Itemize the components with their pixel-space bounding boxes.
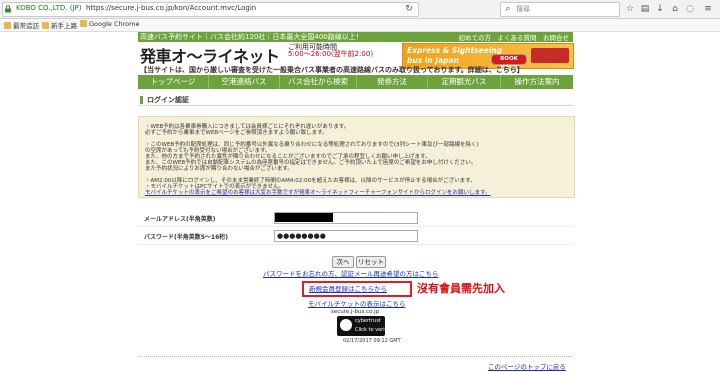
notice-line: 必ずご予約から乗車までWEBページをご参照頂きますよう願い致します。	[145, 130, 328, 136]
search-placeholder: 搜尋	[516, 5, 530, 13]
email-row: メールアドレス(半角英数)	[138, 210, 573, 227]
password-row: パスワード(半角英数5〜16桁) ●●●●●●●●	[138, 228, 573, 245]
folder-icon	[80, 20, 87, 27]
back-to-top-link[interactable]: このページのトップに戻る	[488, 361, 566, 371]
heading-marker	[140, 96, 143, 104]
notice-line: また予約状況によりお席が隣り合わない場合がございます。	[145, 166, 293, 172]
search-icon: ⌕	[505, 4, 511, 14]
folder-icon	[42, 22, 49, 29]
lock-icon	[5, 5, 11, 13]
help-links[interactable]: 初めての方 よくある質問 お問合せ	[459, 32, 570, 42]
site-identity: KOBO CO.,LTD. (JP)	[16, 4, 82, 12]
seal-icon	[340, 319, 352, 331]
menu-icon[interactable]: ≡	[703, 4, 713, 14]
bookmark-item[interactable]: 新手上路	[42, 20, 77, 30]
register-link[interactable]: 新規会員登録はこちらから	[309, 283, 387, 293]
share-icon[interactable]: ◌	[685, 4, 695, 14]
redaction	[275, 213, 333, 222]
page-title: ログイン認証	[147, 96, 189, 104]
email-label: メールアドレス(半角英数)	[144, 216, 216, 223]
main-nav: トップページ 空港連絡バス バス会社から検索 発券方法 定期観光バス 操作方法案…	[138, 75, 573, 89]
divider	[138, 356, 573, 357]
site-description: 高速バス予約サイト｜バス会社約120社｜日本最大全国400路線以上！	[140, 33, 363, 41]
service-hours: 5:00〜26:00(翌午前2:00)	[288, 50, 374, 58]
reload-icon[interactable]: ↻	[404, 4, 414, 14]
nav-ticketing[interactable]: 発券方法	[357, 75, 428, 89]
browser-toolbar: KOBO CO.,LTD. (JP) https://secure.j-bus.…	[0, 0, 720, 19]
seal-sub: Click to verify	[355, 327, 390, 333]
url-text[interactable]: https://secure.j-bus.co.jp/kon/Account.m…	[86, 4, 256, 12]
home-icon[interactable]: ⌂	[670, 4, 680, 14]
bus-icon	[531, 48, 569, 63]
seal-brand: cybertrust	[355, 318, 381, 324]
nav-search-by-company[interactable]: バス会社から検索	[280, 75, 357, 89]
forgot-password-link[interactable]: パスワードをお忘れの方、認証メール再送希望の方はこちら	[263, 268, 439, 278]
banner-line1: Express & Sightseeing	[407, 46, 502, 55]
seal-date: 02/17/2017 09:12 GMT	[343, 338, 401, 344]
mobile-ticket-link[interactable]: モバイルチケットの表示はこちら	[308, 298, 406, 308]
bookmark-item[interactable]: 最常造訪	[4, 20, 39, 30]
notice-link[interactable]: モバイルチケットの表示をご希望のお客様は大変お手数ですが発車オ〜ライネットフィー…	[145, 188, 490, 196]
nav-airport-bus[interactable]: 空港連絡バス	[209, 75, 280, 89]
reading-list-icon[interactable]: ▤	[640, 4, 650, 14]
nav-top-page[interactable]: トップページ	[138, 75, 209, 89]
download-icon[interactable]: ↓	[655, 4, 665, 14]
seal-domain: secure.j-bus.co.jp	[331, 309, 380, 315]
bookmark-item[interactable]: Google Chrome	[80, 20, 139, 28]
password-label: パスワード(半角英数5〜16桁)	[144, 234, 229, 241]
reset-button[interactable]: リセット	[356, 256, 386, 268]
site-top-bar: 高速バス予約サイト｜バス会社約120社｜日本最大全国400路線以上！ 初めての方…	[138, 32, 573, 42]
login-heading: ログイン認証	[138, 95, 573, 106]
nav-guide[interactable]: 操作方法案内	[501, 75, 573, 89]
banner-line2: bus in Japan	[407, 56, 459, 65]
star-icon[interactable]: ☆	[625, 4, 635, 14]
next-button[interactable]: 次へ	[332, 256, 354, 268]
security-seal[interactable]: cybertrust Click to verify	[337, 316, 389, 336]
book-now-button[interactable]: BOOK NOW!	[491, 54, 527, 71]
password-field[interactable]: ●●●●●●●●	[274, 230, 418, 242]
nav-sightseeing-bus[interactable]: 定期観光バス	[428, 75, 501, 89]
bookmarks-bar: 最常造訪 新手上路 Google Chrome	[0, 19, 720, 32]
notice-box: ・WEB予約は各乗車券購入につきましては会員様ごとにそれぞれ違いがあります。 必…	[138, 116, 575, 198]
annotation-text: 沒有會員需先加入	[417, 282, 505, 295]
site-logo[interactable]: 発車オ〜ライネット	[140, 43, 280, 67]
folder-icon	[4, 22, 11, 29]
site-tagline: 【当サイトは、国から厳しい審査を受けた一般乗合バス事業者の高速路線バスのみ取り扱…	[140, 66, 524, 74]
